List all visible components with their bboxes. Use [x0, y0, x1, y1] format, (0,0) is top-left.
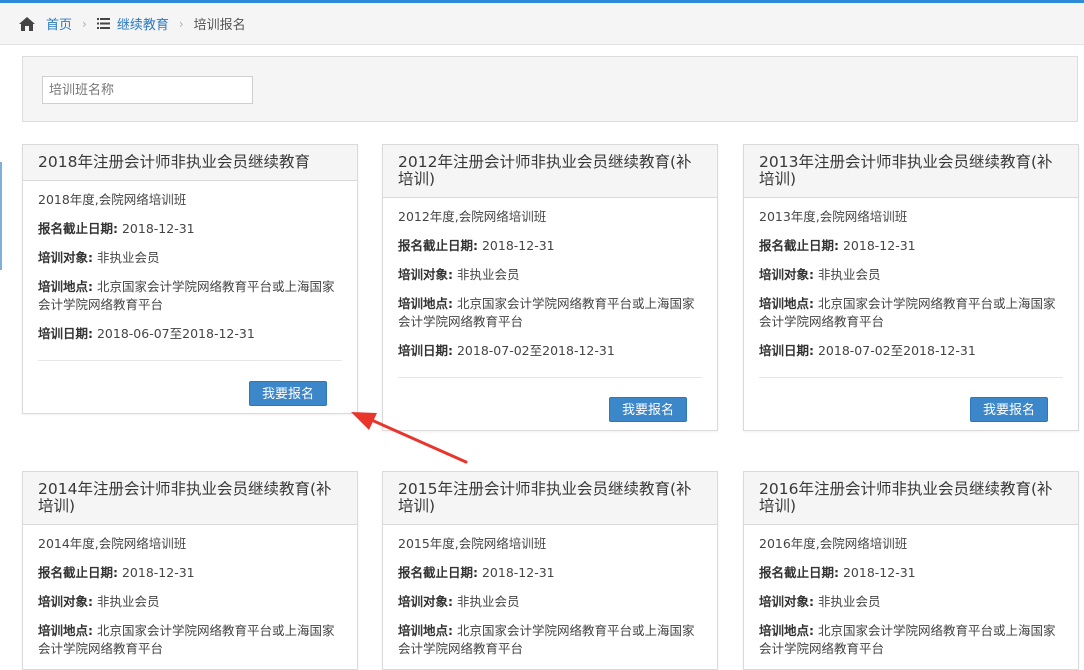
target-label: 培训对象: — [398, 267, 453, 282]
course-title: 2014年注册会计师非执业会员继续教育(补培训) — [23, 472, 357, 525]
home-icon[interactable] — [18, 16, 36, 32]
chevron-right-icon: › — [82, 16, 87, 31]
dates-label: 培训日期: — [398, 343, 453, 358]
course-title: 2015年注册会计师非执业会员继续教育(补培训) — [383, 472, 717, 525]
course-subtitle: 2012年度,会院网络培训班 — [398, 209, 547, 224]
course-subtitle: 2018年度,会院网络培训班 — [38, 192, 187, 207]
deadline-label: 报名截止日期: — [759, 238, 839, 253]
deadline-label: 报名截止日期: — [398, 238, 478, 253]
course-subtitle: 2013年度,会院网络培训班 — [759, 209, 908, 224]
location-label: 培训地点: — [398, 296, 453, 311]
dates-label: 培训日期: — [759, 343, 814, 358]
deadline-label: 报名截止日期: — [38, 221, 118, 236]
target-label: 培训对象: — [759, 594, 814, 609]
dates-value: 2018-07-02至2018-12-31 — [817, 343, 976, 358]
course-card: 2016年注册会计师非执业会员继续教育(补培训) 2016年度,会院网络培训班 … — [743, 471, 1079, 670]
enroll-button[interactable]: 我要报名 — [969, 397, 1048, 422]
target-label: 培训对象: — [759, 267, 814, 282]
course-card: 2018年注册会计师非执业会员继续教育 2018年度,会院网络培训班 报名截止日… — [22, 144, 358, 414]
course-card: 2014年注册会计师非执业会员继续教育(补培训) 2014年度,会院网络培训班 … — [22, 471, 358, 670]
dates-value: 2018-06-07至2018-12-31 — [96, 326, 255, 341]
course-title: 2012年注册会计师非执业会员继续教育(补培训) — [383, 145, 717, 198]
course-subtitle: 2014年度,会院网络培训班 — [38, 536, 187, 551]
dates-value: 2018-07-02至2018-12-31 — [456, 343, 615, 358]
deadline-value: 2018-12-31 — [121, 221, 195, 236]
target-value: 非执业会员 — [96, 250, 160, 265]
target-value: 非执业会员 — [456, 594, 520, 609]
breadcrumb: 首页 › 继续教育 › 培训报名 — [0, 3, 1084, 45]
location-label: 培训地点: — [38, 279, 93, 294]
course-title: 2013年注册会计师非执业会员继续教育(补培训) — [744, 145, 1078, 198]
target-label: 培训对象: — [38, 594, 93, 609]
deadline-value: 2018-12-31 — [842, 238, 916, 253]
target-label: 培训对象: — [38, 250, 93, 265]
deadline-value: 2018-12-31 — [481, 238, 555, 253]
breadcrumb-current: 培训报名 — [193, 18, 246, 33]
list-icon — [96, 18, 110, 29]
course-name-search-input[interactable] — [42, 76, 253, 104]
target-value: 非执业会员 — [456, 267, 520, 282]
deadline-label: 报名截止日期: — [759, 565, 839, 580]
deadline-label: 报名截止日期: — [398, 565, 478, 580]
course-card: 2013年注册会计师非执业会员继续教育(补培训) 2013年度,会院网络培训班 … — [743, 144, 1079, 431]
left-edge-indicator — [0, 162, 2, 270]
chevron-right-icon: › — [178, 16, 184, 31]
deadline-value: 2018-12-31 — [121, 565, 195, 580]
target-value: 非执业会员 — [817, 267, 881, 282]
target-value: 非执业会员 — [817, 594, 881, 609]
location-label: 培训地点: — [759, 623, 814, 638]
course-card: 2012年注册会计师非执业会员继续教育(补培训) 2012年度,会院网络培训班 … — [382, 144, 718, 431]
deadline-value: 2018-12-31 — [842, 565, 916, 580]
deadline-label: 报名截止日期: — [38, 565, 118, 580]
target-value: 非执业会员 — [96, 594, 160, 609]
breadcrumb-section-link[interactable]: 继续教育 — [117, 14, 169, 33]
annotation-arrow-icon — [351, 412, 468, 464]
target-label: 培训对象: — [398, 594, 453, 609]
course-subtitle: 2015年度,会院网络培训班 — [398, 536, 547, 551]
course-title: 2018年注册会计师非执业会员继续教育 — [23, 145, 357, 181]
enroll-button[interactable]: 我要报名 — [248, 381, 327, 406]
location-label: 培训地点: — [759, 296, 814, 311]
enroll-button[interactable]: 我要报名 — [608, 397, 687, 422]
location-label: 培训地点: — [38, 623, 93, 638]
deadline-value: 2018-12-31 — [481, 565, 555, 580]
course-subtitle: 2016年度,会院网络培训班 — [759, 536, 908, 551]
course-title: 2016年注册会计师非执业会员继续教育(补培训) — [744, 472, 1078, 525]
breadcrumb-home-link[interactable]: 首页 — [46, 14, 72, 33]
dates-label: 培训日期: — [38, 326, 93, 341]
location-label: 培训地点: — [398, 623, 453, 638]
search-panel — [22, 56, 1078, 122]
course-card: 2015年注册会计师非执业会员继续教育(补培训) 2015年度,会院网络培训班 … — [382, 471, 718, 670]
